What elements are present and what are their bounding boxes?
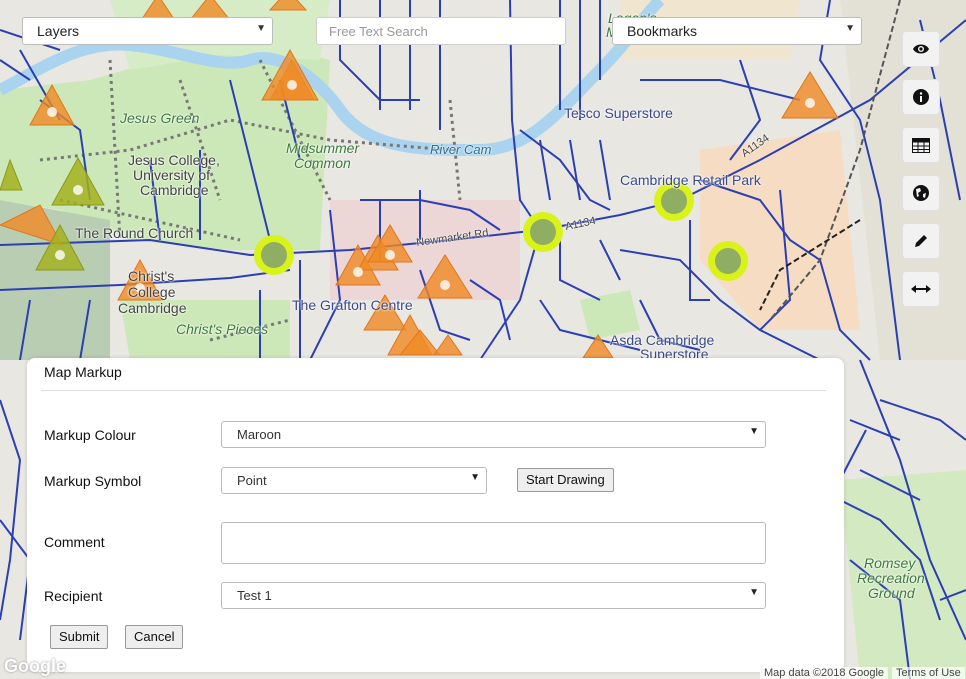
- chevron-down-icon: ▼: [256, 23, 266, 34]
- chevron-down-icon: ▼: [470, 472, 480, 483]
- info-button[interactable]: [902, 79, 940, 115]
- markup-symbol-select[interactable]: Point ▼: [221, 467, 487, 494]
- map-label-christs-college-3: Cambridge: [118, 300, 187, 316]
- map-label-jesus-green: Jesus Green: [120, 110, 200, 126]
- markup-symbol-value: Point: [237, 473, 267, 488]
- globe-button[interactable]: [902, 175, 940, 211]
- measure-button[interactable]: [902, 271, 940, 307]
- terms-link[interactable]: Terms of Use: [892, 667, 965, 679]
- map-label-christs-college: Christ's: [128, 268, 175, 284]
- layers-dropdown[interactable]: Layers ▼: [22, 17, 273, 45]
- map-label-grafton: The Grafton Centre: [292, 297, 413, 313]
- table-button[interactable]: [902, 127, 940, 163]
- google-logo: Google: [4, 656, 66, 676]
- bookmarks-dropdown[interactable]: Bookmarks ▼: [612, 17, 862, 45]
- map-label-romsey: Romsey: [864, 555, 916, 571]
- map-label-romsey-3: Ground: [868, 585, 915, 601]
- map-label-romsey-2: Recreation: [857, 570, 925, 586]
- chevron-down-icon: ▼: [845, 23, 855, 34]
- recipient-value: Test 1: [237, 588, 272, 603]
- recipient-label: Recipient: [44, 588, 103, 604]
- info-icon: [913, 89, 929, 105]
- map-label-jesus-college: Jesus College,: [128, 152, 220, 168]
- map-attribution: Map data ©2018 Google: [760, 667, 889, 679]
- map-label-christs-college-2: College: [128, 284, 176, 300]
- map-label-jesus-college-3: Cambridge: [140, 182, 209, 198]
- map-label-river-cam: River Cam: [430, 142, 492, 157]
- eye-icon: [913, 44, 929, 54]
- map-label-midsummer-2: Common: [294, 155, 351, 171]
- divider: [41, 390, 826, 391]
- bookmarks-label: Bookmarks: [627, 23, 698, 39]
- chevron-down-icon: ▼: [749, 587, 759, 598]
- draw-button[interactable]: [902, 223, 940, 259]
- visibility-button[interactable]: [902, 31, 940, 67]
- panel-title: Map Markup: [44, 364, 122, 380]
- layers-label: Layers: [37, 23, 80, 39]
- markup-symbol-label: Markup Symbol: [44, 473, 142, 489]
- map-label-retail-park: Cambridge Retail Park: [620, 172, 761, 188]
- start-drawing-button[interactable]: Start Drawing: [517, 468, 614, 492]
- pencil-icon: [915, 235, 927, 247]
- markup-colour-label: Markup Colour: [44, 427, 136, 443]
- submit-button[interactable]: Submit: [50, 625, 109, 649]
- map-label-midsummer: Midsummer: [286, 140, 360, 156]
- markup-colour-value: Maroon: [237, 427, 282, 442]
- table-icon: [912, 137, 930, 153]
- map-label-round-church: The Round Church: [75, 225, 194, 241]
- globe-icon: [913, 185, 929, 201]
- measure-icon: [911, 285, 931, 293]
- map-label-christs-pieces: Christ's Pieces: [176, 321, 269, 337]
- cancel-button[interactable]: Cancel: [125, 625, 184, 649]
- map-label-jesus-college-2: University of: [133, 167, 211, 183]
- chevron-down-icon: ▼: [749, 426, 759, 437]
- comment-textarea[interactable]: [221, 522, 766, 564]
- recipient-select[interactable]: Test 1 ▼: [221, 582, 766, 609]
- search-input[interactable]: Free Text Search: [316, 17, 566, 45]
- map-label-tesco: Tesco Superstore: [564, 105, 673, 121]
- comment-label: Comment: [44, 534, 105, 550]
- markup-colour-select[interactable]: Maroon ▼: [221, 421, 766, 448]
- map-markup-panel: Map Markup Markup Colour Maroon ▼ Markup…: [27, 358, 844, 672]
